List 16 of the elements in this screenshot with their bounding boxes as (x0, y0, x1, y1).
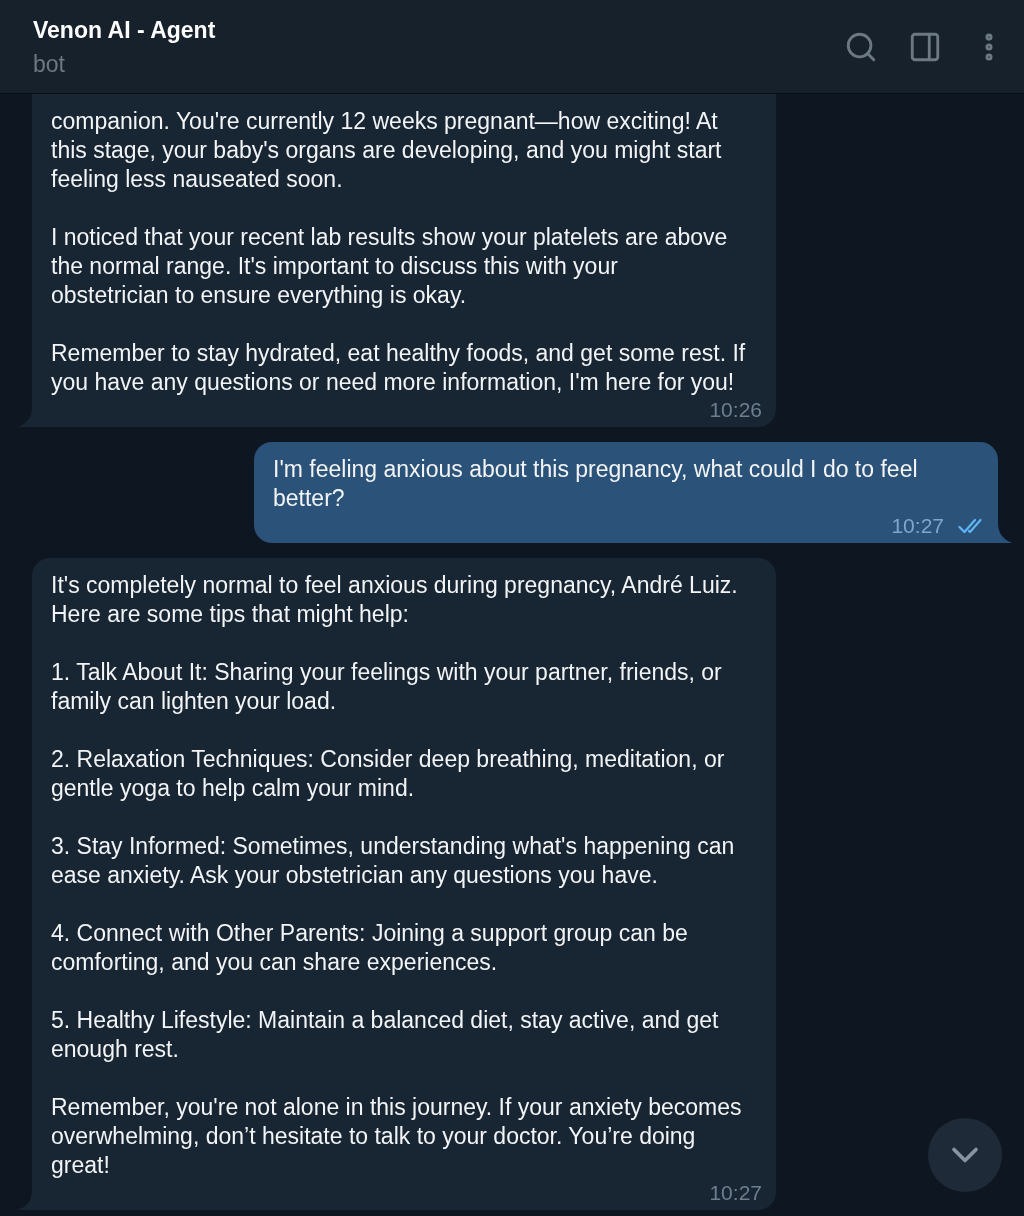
message-text: 1. Talk About It: Sharing your feelings with your partner, friends, or family can lighten your load. (51, 658, 722, 716)
chat-title: Venon AI - Agent (33, 15, 216, 45)
message-time: 10:27 (709, 1182, 762, 1204)
message-text: Remember to stay hydrated, eat healthy foods, and get some rest. If you have any questions or need more information, I'm here for you! (51, 339, 746, 397)
message-text: 2. Relaxation Techniques: Consider deep breathing, meditation, or gentle yoga to help calm your mind. (51, 745, 725, 803)
message-text: Remember, you're not alone in this journey. If your anxiety becomes overwhelming, don’t hesitate to talk to your doctor. You’re doing great! (51, 1093, 742, 1180)
message-text: 3. Stay Informed: Sometimes, understanding what's happening can ease anxiety. Ask your obstetrician any questions you have. (51, 832, 735, 890)
message-time: 10:27 (891, 515, 944, 537)
message-text: I'm feeling anxious about this pregnancy, what could I do to feel better? (273, 455, 918, 513)
message-text: I noticed that your recent lab results show your platelets are above the normal range. It's important to discuss this with your obstetrician to ensure everything is okay. (51, 223, 728, 310)
message-text: companion. You're currently 12 weeks pregnant—how exciting! At this stage, your baby's organs are developing, and you might start feeling less nauseated soon. (51, 107, 722, 194)
chat-subtitle: bot (33, 49, 66, 79)
message-time: 10:26 (709, 399, 762, 421)
message-text: 4. Connect with Other Parents: Joining a support group can be comforting, and you can share experiences. (51, 919, 688, 977)
message-text: It's completely normal to feel anxious during pregnancy, André Luiz. Here are some tips that might help: (51, 571, 738, 629)
message-text: 5. Healthy Lifestyle: Maintain a balanced diet, stay active, and get enough rest. (51, 1006, 719, 1064)
